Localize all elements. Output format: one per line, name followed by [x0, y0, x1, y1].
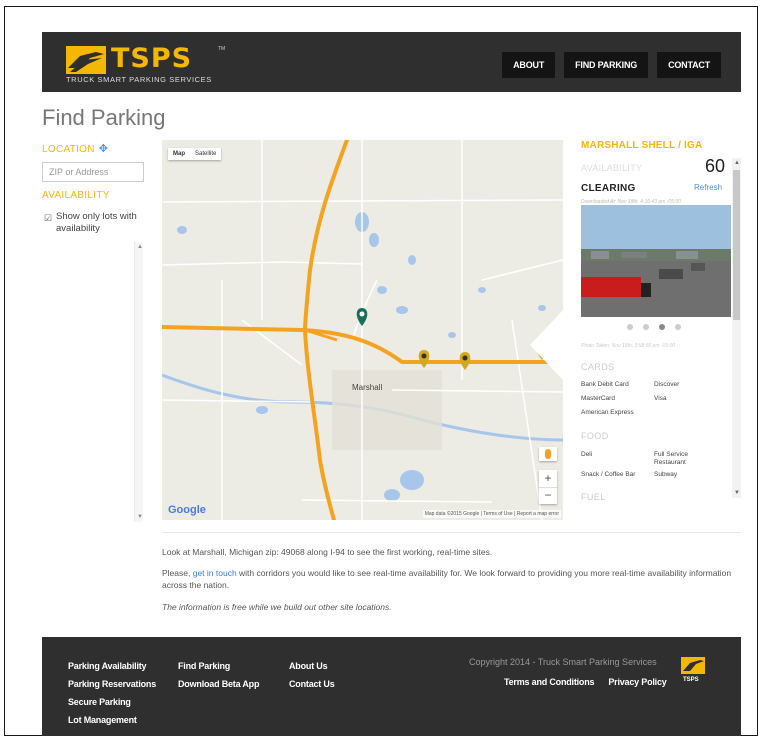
card-item: Visa: [654, 395, 667, 402]
zoom-control: + −: [539, 470, 557, 504]
logo-text: TSPS: [111, 43, 193, 74]
locate-me-icon[interactable]: ✥: [99, 142, 109, 155]
footer-col-app: Find Parking Download Beta App: [178, 657, 259, 693]
checkbox-checked-icon[interactable]: ☑: [44, 212, 52, 224]
map-marker-yellow-1[interactable]: [418, 350, 430, 368]
scroll-up-icon[interactable]: ▲: [734, 160, 740, 166]
lot-camera-image[interactable]: [581, 205, 731, 317]
map-type-map-button[interactable]: Map: [168, 148, 190, 160]
footer-logo-icon[interactable]: TSPS: [681, 655, 709, 683]
card-item: Bank Debit Card: [581, 381, 629, 388]
available-spaces-count: 60: [705, 156, 726, 176]
nav-find-parking-button[interactable]: FIND PARKING: [564, 52, 649, 78]
map-type-satellite-button[interactable]: Satellite: [190, 148, 221, 160]
parking-map[interactable]: Marshall Map Satellite + − Google Map da…: [162, 140, 563, 520]
cards-heading: CARDS: [581, 362, 615, 372]
food-item: Full Service Restaurant: [654, 451, 688, 466]
tsps-logo[interactable]: TSPS TM TRUCK SMART PARKING SERVICES: [66, 44, 226, 84]
footer-link-parking-reservations[interactable]: Parking Reservations: [68, 675, 156, 693]
scrollbar-thumb[interactable]: [733, 170, 740, 320]
lot-status: CLEARING: [581, 183, 636, 194]
page-title: Find Parking: [42, 105, 166, 130]
logo-subtitle: TRUCK SMART PARKING SERVICES: [66, 75, 212, 84]
intro-paragraph: Look at Marshall, Michigan zip: 49068 al…: [162, 547, 493, 557]
food-item: Subway: [654, 471, 678, 478]
legal-links: Terms and Conditions Privacy Policy: [504, 676, 667, 688]
card-item: MasterCard: [581, 395, 615, 402]
pegman-icon[interactable]: [539, 447, 557, 461]
availability-heading: AVAILABILITY: [581, 163, 643, 173]
footer-col-services: Parking Availability Parking Reservation…: [68, 657, 156, 729]
logo-trademark: TM: [218, 46, 226, 52]
location-label: LOCATION: [42, 144, 95, 155]
site-header: TSPS TM TRUCK SMART PARKING SERVICES ABO…: [42, 32, 741, 92]
lot-title: MARSHALL SHELL / IGA: [581, 140, 703, 151]
panel-scrollbar[interactable]: ▲ ▼: [732, 158, 741, 498]
scroll-up-icon[interactable]: ▲: [137, 244, 143, 250]
location-heading: LOCATION ✥: [42, 142, 108, 155]
copyright-text: Copyright 2014 - Truck Smart Parking Ser…: [469, 657, 657, 667]
carousel-dot[interactable]: [643, 324, 649, 330]
footer-link-download-app[interactable]: Download Beta App: [178, 675, 259, 693]
sidebar-scrollbar[interactable]: ▲ ▼: [134, 242, 143, 522]
carousel-dot[interactable]: [675, 324, 681, 330]
card-item: American Express: [581, 409, 634, 416]
zip-address-input[interactable]: [42, 162, 144, 182]
fuel-heading: FUEL: [581, 492, 606, 502]
footer-link-about-us[interactable]: About Us: [289, 657, 335, 675]
food-item: Deli: [581, 451, 593, 458]
footer-link-lot-management[interactable]: Lot Management: [68, 711, 156, 729]
camera-photo: [581, 205, 731, 317]
truck-logo-icon: [66, 46, 106, 74]
google-logo: Google: [168, 504, 206, 516]
content-divider: [162, 532, 740, 533]
footer-link-find-parking[interactable]: Find Parking: [178, 657, 259, 675]
map-attribution[interactable]: Map data ©2015 Google | Terms of Use | R…: [422, 510, 561, 518]
photo-taken-caption: Photo Taken: Nov 18th, 3:58:56 pm -05:00: [581, 343, 676, 349]
carousel-dot-active[interactable]: [659, 324, 665, 330]
carousel-dot[interactable]: [627, 324, 633, 330]
food-heading: FOOD: [581, 431, 609, 441]
card-item: Discover: [654, 381, 680, 388]
terms-link[interactable]: Terms and Conditions: [504, 676, 595, 688]
availability-filter-label: Show only lots with availability: [56, 211, 137, 234]
nav-contact-button[interactable]: CONTACT: [657, 52, 721, 78]
scroll-down-icon[interactable]: ▼: [734, 490, 740, 496]
refresh-link[interactable]: Refresh: [694, 183, 722, 192]
map-town-label: Marshall: [352, 383, 382, 392]
lot-info-panel: MARSHALL SHELL / IGA AVAILABILITY 60 CLE…: [572, 140, 742, 520]
privacy-link[interactable]: Privacy Policy: [608, 676, 666, 688]
footer-logo-text: TSPS: [683, 677, 699, 683]
zoom-out-button[interactable]: −: [539, 487, 557, 504]
contact-paragraph: Please, get in touch with corridors you …: [162, 567, 737, 591]
footer-link-parking-availability[interactable]: Parking Availability: [68, 657, 156, 675]
scroll-down-icon[interactable]: ▼: [137, 514, 143, 520]
food-item: Snack / Coffee Bar: [581, 471, 636, 478]
get-in-touch-link[interactable]: get in touch: [193, 568, 237, 578]
nav-about-button[interactable]: ABOUT: [502, 52, 556, 78]
free-info-note: The information is free while we build o…: [162, 602, 392, 612]
footer-col-company: About Us Contact Us: [289, 657, 335, 693]
map-type-control: Map Satellite: [168, 148, 222, 160]
availability-label: AVAILABILITY: [42, 190, 110, 201]
map-canvas: Marshall: [162, 140, 563, 520]
site-footer: Parking Availability Parking Reservation…: [42, 637, 741, 736]
zoom-in-button[interactable]: +: [539, 470, 557, 487]
footer-link-secure-parking[interactable]: Secure Parking: [68, 693, 156, 711]
photo-carousel-dots: [627, 324, 681, 330]
contact-text-before: Please,: [162, 568, 193, 578]
main-nav: ABOUT FIND PARKING CONTACT: [502, 52, 721, 78]
contact-text-after: with corridors you would like to see rea…: [162, 568, 732, 590]
footer-link-contact-us[interactable]: Contact Us: [289, 675, 335, 693]
